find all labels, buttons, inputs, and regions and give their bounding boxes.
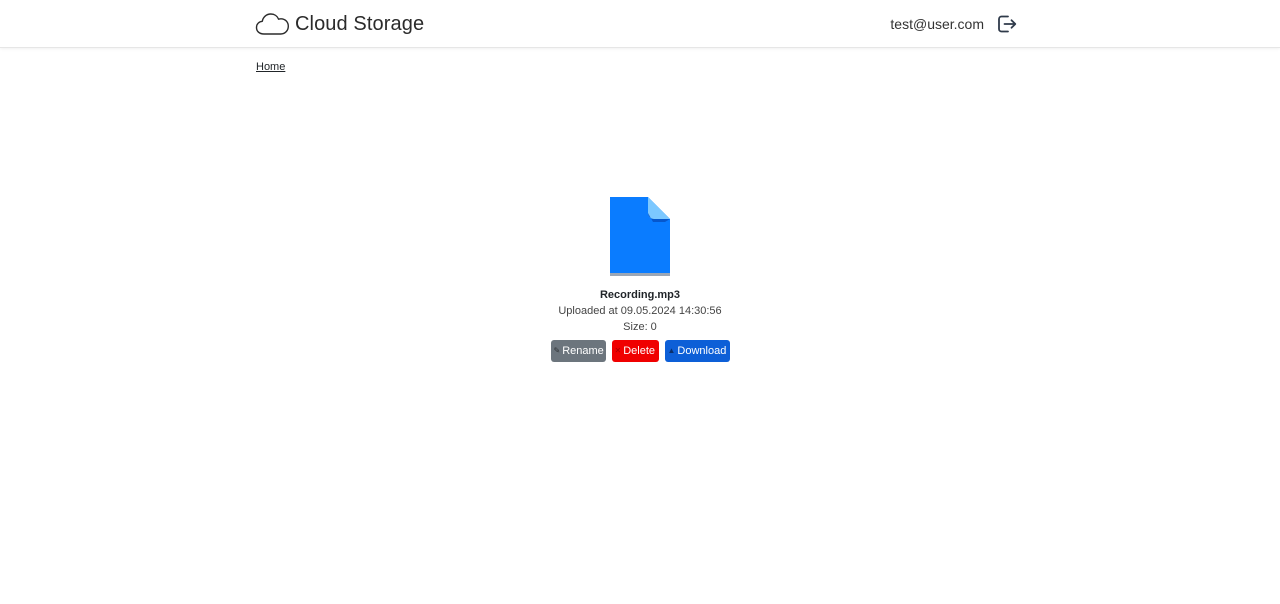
cloud-icon [255, 13, 289, 35]
pencil-icon: ✎ [553, 346, 561, 355]
logout-icon [998, 15, 1017, 33]
download-button[interactable]: ▲ Download [664, 340, 730, 362]
breadcrumb: Home [256, 61, 285, 73]
delete-button[interactable]: ✕ Delete [611, 340, 659, 362]
file-upload-date: Uploaded at 09.05.2024 14:30:56 [558, 305, 722, 317]
file-details: Recording.mp3 Uploaded at 09.05.2024 14:… [0, 196, 1280, 362]
top-navbar: Cloud Storage test@user.com [0, 0, 1280, 48]
rename-button[interactable]: ✎ Rename [550, 340, 606, 362]
breadcrumb-home-link[interactable]: Home [256, 61, 285, 73]
user-email: test@user.com [890, 16, 984, 32]
file-actions: ✎ Rename ✕ Delete ▲ Download [550, 340, 730, 362]
file-name: Recording.mp3 [599, 289, 681, 301]
file-size: Size: 0 [623, 321, 657, 333]
delete-label: Delete [623, 345, 655, 357]
rename-label: Rename [562, 345, 604, 357]
brand-title: Cloud Storage [295, 12, 425, 35]
brand-link[interactable]: Cloud Storage [255, 10, 424, 38]
download-icon: ▲ [667, 346, 676, 355]
x-icon: ✕ [614, 346, 622, 355]
file-icon [610, 197, 670, 276]
download-label: Download [677, 345, 727, 357]
logout-button[interactable] [996, 13, 1018, 35]
user-area: test@user.com [890, 12, 1018, 36]
